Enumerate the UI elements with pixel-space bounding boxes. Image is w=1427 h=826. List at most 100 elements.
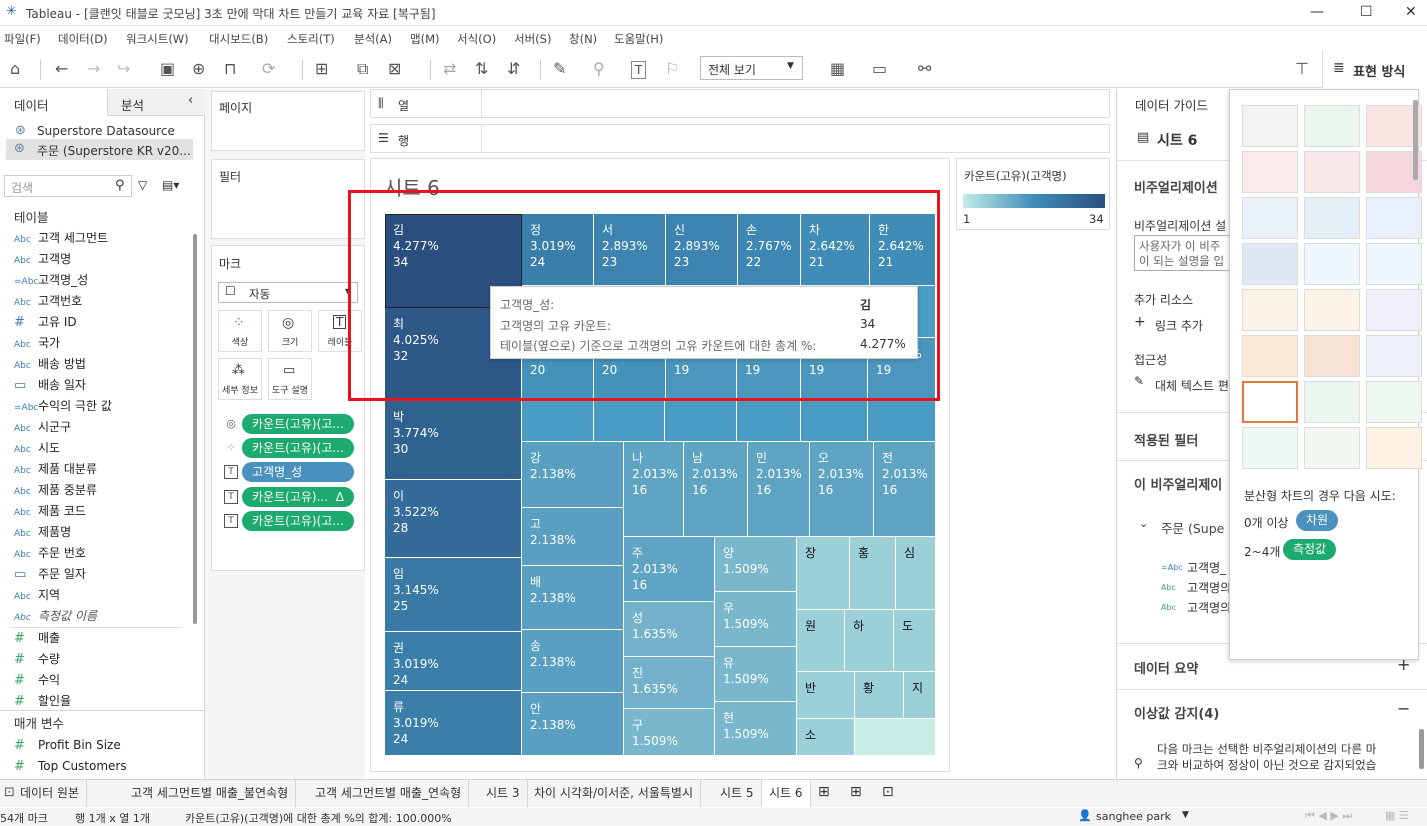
viz-section-heading[interactable]: 비주얼리제이션 bbox=[1134, 177, 1218, 196]
presentation-icon[interactable]: ▭ bbox=[872, 59, 887, 79]
nav-first-icon[interactable]: ⏮ ◀ ▶ ⏭ bbox=[1305, 809, 1352, 823]
new-story-icon[interactable]: ⊡ bbox=[882, 784, 894, 800]
treemap-tile[interactable]: 주 2.013% 16 bbox=[624, 537, 715, 602]
show-labels-icon[interactable]: T bbox=[631, 61, 647, 79]
field-customer-surname[interactable]: =Abc고객명_성 bbox=[14, 270, 88, 290]
treemap-tile[interactable]: 유 1.509% bbox=[715, 647, 797, 702]
symbol-map-icon[interactable] bbox=[1242, 151, 1298, 193]
treemap-tile[interactable]: 박 3.774% 30 bbox=[385, 401, 522, 480]
new-dashboard-icon[interactable]: ⊞ bbox=[850, 784, 862, 800]
menu-story[interactable]: 스토리(T) bbox=[287, 31, 335, 47]
tab-segment-continuous[interactable]: 고객 세그먼트별 매출_연속형 bbox=[308, 780, 470, 807]
line-continuous-icon[interactable] bbox=[1242, 289, 1298, 331]
data-summary-heading[interactable]: 데이터 요약 bbox=[1134, 658, 1198, 677]
treemap-tile[interactable]: 이 3.522% 28 bbox=[385, 480, 522, 558]
tab-sheet6[interactable]: 시트 6 bbox=[762, 780, 811, 807]
viz-description-input[interactable]: 사용자가 이 비주 이 되는 설명을 입 bbox=[1134, 235, 1234, 271]
treemap-tile[interactable]: 오 2.013% 16 bbox=[810, 442, 874, 537]
applied-filters-heading[interactable]: 적용된 필터 bbox=[1134, 430, 1198, 449]
sort-asc-icon[interactable]: ⇅ bbox=[475, 59, 488, 79]
treemap-tile[interactable]: 원 bbox=[797, 610, 845, 672]
menu-map[interactable]: 맵(M) bbox=[410, 31, 439, 47]
treemap-tile[interactable]: 구 1.509% bbox=[624, 709, 715, 756]
treemap-tile[interactable]: 소 bbox=[797, 719, 855, 756]
field-profit[interactable]: # 수익 bbox=[14, 670, 60, 690]
treemap-tile[interactable]: 임 3.145% 25 bbox=[385, 558, 522, 632]
dual-combo-icon[interactable] bbox=[1366, 335, 1422, 377]
alt-text-button[interactable]: 대체 텍스트 편 bbox=[1155, 377, 1229, 394]
treemap-tile[interactable]: 진 1.635% bbox=[624, 657, 715, 709]
treemap-tile[interactable]: 양 1.509% bbox=[715, 537, 797, 592]
refresh-icon[interactable]: ⟳ bbox=[262, 59, 275, 79]
highlighter-icon[interactable]: ⊤ bbox=[1295, 59, 1309, 79]
tab-data[interactable]: 데이터 bbox=[0, 89, 107, 116]
treemap-tile[interactable]: 류 3.019% 24 bbox=[385, 691, 522, 756]
menu-worksheet[interactable]: 워크시트(W) bbox=[126, 31, 189, 47]
new-datasource-icon[interactable]: ⊕ bbox=[192, 59, 205, 79]
search-input[interactable]: 검색 ⚲ bbox=[4, 175, 132, 197]
field-subcategory[interactable]: Abc 제품 중분류 bbox=[14, 480, 97, 500]
scrollbar[interactable] bbox=[1419, 729, 1424, 769]
treemap-tile[interactable]: 고 2.138% bbox=[522, 508, 624, 566]
param-top-customers[interactable]: # Top Customers bbox=[14, 756, 127, 776]
box-plot-icon[interactable] bbox=[1366, 381, 1422, 423]
size-button[interactable]: ◎ 크기 bbox=[268, 310, 312, 352]
fit-dropdown[interactable]: 전체 보기 ▼ bbox=[700, 56, 803, 80]
treemap-tile[interactable]: 전 2.013% 16 bbox=[874, 442, 936, 537]
treemap-tile[interactable] bbox=[855, 719, 936, 756]
treemap-tile[interactable]: 현 1.509% bbox=[715, 702, 797, 756]
histogram-icon[interactable] bbox=[1304, 381, 1360, 423]
columns-shelf[interactable]: ⫼ 열 bbox=[370, 89, 1110, 118]
redo-icon[interactable]: → bbox=[87, 59, 100, 79]
field-customer-id[interactable]: Abc 고객번호 bbox=[14, 291, 82, 311]
menu-help[interactable]: 도움말(H) bbox=[614, 31, 663, 47]
close-icon[interactable]: ✕ bbox=[1405, 4, 1417, 20]
field-region[interactable]: Abc 지역 bbox=[14, 585, 60, 605]
scrollbar[interactable] bbox=[1413, 100, 1418, 180]
mark-pill-size[interactable]: 카운트(고유)(고... bbox=[242, 414, 354, 434]
chevron-down-icon[interactable]: ⌄ bbox=[1139, 517, 1148, 530]
circle-view-icon[interactable] bbox=[1304, 243, 1360, 285]
duplicate-sheet-icon[interactable]: ⧉ bbox=[357, 59, 368, 79]
treemap-tile[interactable]: 우 1.509% bbox=[715, 592, 797, 647]
pages-shelf[interactable]: 페이지 bbox=[211, 91, 365, 151]
treemap-tile[interactable]: 홍 bbox=[850, 537, 896, 610]
menu-dashboard[interactable]: 대시보드(B) bbox=[209, 31, 268, 47]
detail-button[interactable]: ⁂ 세부 정보 bbox=[218, 358, 262, 400]
field-discount[interactable]: # 할인율 bbox=[14, 691, 71, 711]
field-unique-id[interactable]: # 고유 ID bbox=[14, 312, 77, 332]
highlight-icon[interactable]: ✎ bbox=[553, 59, 566, 79]
filled-map-icon[interactable] bbox=[1304, 151, 1360, 193]
share-icon[interactable]: ⚯ bbox=[918, 59, 931, 79]
area-discrete-icon[interactable] bbox=[1304, 335, 1360, 377]
field-profit-extreme[interactable]: =Abc수익의 극한 값 bbox=[14, 396, 112, 416]
treemap-icon[interactable] bbox=[1242, 243, 1298, 285]
field-quantity[interactable]: # 수량 bbox=[14, 649, 60, 669]
field-ship-mode[interactable]: Abc 배송 방법 bbox=[14, 354, 86, 374]
treemap-tile[interactable]: 남 2.013% 16 bbox=[684, 442, 748, 537]
field-segment[interactable]: Abc 고객 세그먼트 bbox=[14, 228, 108, 248]
param-profit-bin-size[interactable]: # Profit Bin Size bbox=[14, 735, 121, 755]
sort-desc-icon[interactable]: ⇵ bbox=[507, 59, 520, 79]
menu-window[interactable]: 창(N) bbox=[569, 31, 597, 47]
treemap-tile[interactable]: 안 2.138% bbox=[522, 693, 624, 756]
undo-icon[interactable]: ← bbox=[55, 59, 68, 79]
field-product-code[interactable]: Abc 제품 코드 bbox=[14, 501, 86, 521]
grid-icon[interactable]: ▦ ☰ bbox=[1385, 809, 1409, 822]
heat-map-icon[interactable] bbox=[1304, 105, 1360, 147]
field-city[interactable]: Abc 시군구 bbox=[14, 417, 71, 437]
minus-icon[interactable]: − bbox=[1397, 699, 1410, 718]
treemap-tile[interactable]: 민 2.013% 16 bbox=[748, 442, 810, 537]
show-me-button[interactable]: ≣ 표현 방식 bbox=[1322, 50, 1427, 88]
clear-sheet-icon[interactable]: ⊠ bbox=[388, 59, 401, 79]
area-continuous-icon[interactable] bbox=[1242, 335, 1298, 377]
mark-pill-label-count[interactable]: 카운트(고유)... Δ bbox=[242, 487, 354, 507]
new-worksheet-icon[interactable]: ⊞ bbox=[315, 59, 328, 79]
this-viz-heading[interactable]: 이 비주얼리제이 bbox=[1134, 474, 1222, 493]
treemap-tile[interactable]: 황 bbox=[855, 672, 904, 719]
outliers-heading[interactable]: 이상값 감지(4) bbox=[1134, 703, 1219, 722]
treemap-tile[interactable]: 반 bbox=[797, 672, 855, 719]
status-user[interactable]: sanghee park bbox=[1096, 810, 1171, 823]
treemap-tile[interactable] bbox=[801, 401, 868, 442]
menu-analysis[interactable]: 분석(A) bbox=[354, 31, 392, 47]
